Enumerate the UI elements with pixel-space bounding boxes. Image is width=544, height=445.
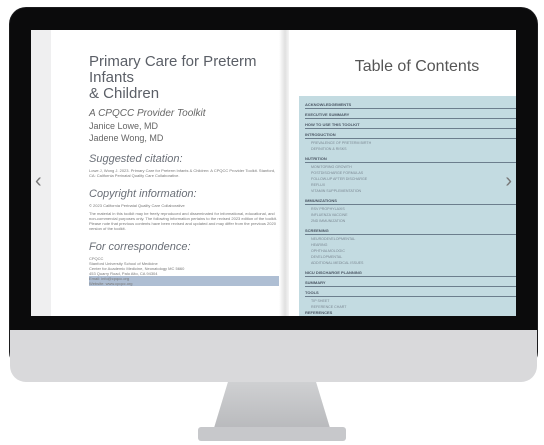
toc-subitem: HEARING: [311, 243, 328, 247]
toc-subitem: REFLUX: [311, 183, 326, 187]
toc-label: SCREENING: [305, 228, 329, 233]
correspondence-block: CPQCC Stanford University School of Medi…: [89, 256, 279, 286]
toc-subitem: DEFINITION & RISKS: [311, 147, 347, 151]
toc-row[interactable]: ACKNOWLEDGEMENTS 4: [305, 102, 516, 109]
toc-row[interactable]: REFERENCES 24-25: [305, 310, 516, 316]
toc-subitem: NEURODEVELOPMENTAL: [311, 237, 356, 241]
website-line[interactable]: Website: www.cpqcc.org: [89, 281, 279, 286]
toc-label: INTRODUCTION: [305, 132, 336, 137]
toc-row[interactable]: IMMUNIZATIONS 12-14: [305, 198, 516, 205]
copyright-text: © 2023 California Perinatal Quality Care…: [89, 203, 185, 208]
monitor-base: [198, 427, 346, 441]
toc-subitem: OPHTHALMOLOGIC: [311, 249, 345, 253]
toc-subitem: DEVELOPMENTAL: [311, 255, 343, 259]
toc-label: HOW TO USE THIS TOOLKIT: [305, 122, 360, 127]
toc-subitem: ADDITIONAL MEDICAL ISSUES: [311, 261, 364, 265]
toc-subitem: VITAMIN SUPPLEMENTATION: [311, 189, 362, 193]
monitor-stand: [214, 382, 330, 428]
author-1: Janice Lowe, MD: [89, 121, 159, 131]
toc-subitem: PREVALENCE OF PRETERM BIRTH: [311, 141, 372, 145]
toc-row[interactable]: SUMMARY 19: [305, 280, 516, 287]
copyright-more: The material in this toolkit may be free…: [89, 211, 277, 231]
prev-page-button[interactable]: ‹: [35, 170, 42, 193]
toc-row[interactable]: NICU DISCHARGE PLANNING 19: [305, 270, 516, 277]
toc-box: ACKNOWLEDGEMENTS 4 EXECUTIVE SUMMARY 5 H…: [299, 96, 516, 316]
toc-subitem: FOLLOW-UP AFTER DISCHARGE: [311, 177, 368, 181]
correspondence-heading: For correspondence:: [89, 241, 191, 253]
toc-label: TOOLS: [305, 290, 319, 295]
toc-label: IMMUNIZATIONS: [305, 198, 337, 203]
toc-row[interactable]: SCREENING 15-19: [305, 228, 516, 235]
toc-row[interactable]: TOOLS 20-23: [305, 290, 516, 297]
monitor-chin: [10, 330, 537, 382]
next-page-button[interactable]: ›: [505, 170, 512, 193]
toc-title: Table of Contents: [354, 58, 480, 75]
chevron-left-icon: ‹: [35, 170, 42, 192]
book-title-line2: & Children: [89, 85, 160, 102]
suggested-citation-heading: Suggested citation:: [89, 153, 183, 165]
toc-subitem: POSTDISCHARGE FORMULAS: [311, 171, 364, 175]
toc-subitem: TIP SHEET: [311, 299, 330, 303]
author-2: Jadene Wong, MD: [89, 133, 164, 143]
toc-subitem: RSV PROPHYLAXIS: [311, 207, 345, 211]
toc-label: SUMMARY: [305, 280, 326, 285]
toc-subitem: MONITORING GROWTH: [311, 165, 352, 169]
toc-label: NICU DISCHARGE PLANNING: [305, 270, 362, 275]
toc-label: ACKNOWLEDGEMENTS: [305, 102, 352, 107]
book-subtitle: A CPQCC Provider Toolkit: [89, 108, 206, 119]
chevron-right-icon: ›: [505, 170, 512, 192]
toc-label: NUTRITION: [305, 156, 327, 161]
toc-row[interactable]: NUTRITION 8-11: [305, 156, 516, 163]
toc-row[interactable]: EXECUTIVE SUMMARY 5: [305, 112, 516, 119]
toc-row[interactable]: HOW TO USE THIS TOOLKIT 5: [305, 122, 516, 129]
left-page: Primary Care for Preterm Infants & Child…: [51, 30, 289, 316]
suggested-citation-text: Lowe J, Wong J. 2023. Primary Care for P…: [89, 168, 276, 178]
copyright-heading: Copyright information:: [89, 188, 197, 200]
toc-subitem: 2ND IMMUNIZATION: [311, 219, 346, 223]
toc-subitem: REFERENCE CHART: [311, 305, 347, 309]
book-title: Primary Care for Preterm Infants & Child…: [89, 54, 289, 102]
ebook-viewer: Primary Care for Preterm Infants & Child…: [31, 30, 516, 316]
book-title-line1: Primary Care for Preterm Infants: [89, 53, 257, 86]
toc-row[interactable]: INTRODUCTION 6: [305, 132, 516, 139]
toc-label: REFERENCES: [305, 310, 333, 315]
toc-subitem: INFLUENZA VACCINE: [311, 213, 348, 217]
toc-label: EXECUTIVE SUMMARY: [305, 112, 350, 117]
right-page: Table of Contents ACKNOWLEDGEMENTS 4 EXE…: [289, 30, 516, 316]
